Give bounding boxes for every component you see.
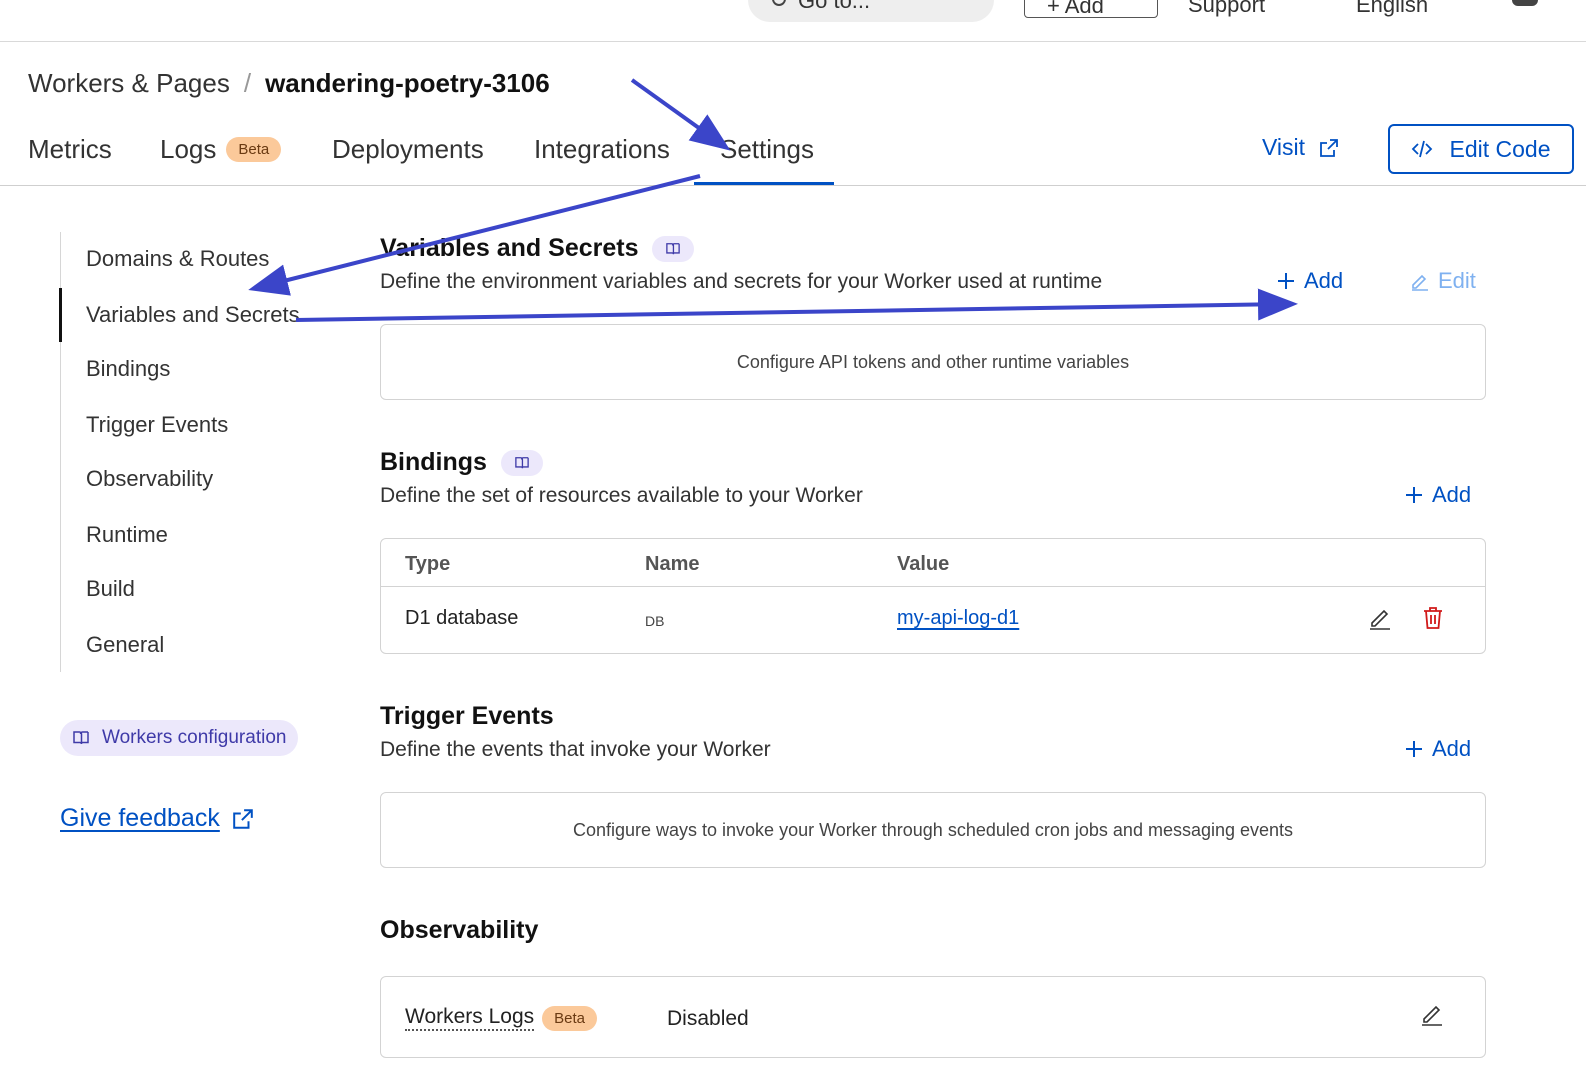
settings-side-nav: Domains & Routes Variables and Secrets B… bbox=[59, 232, 320, 672]
go-to-label: Go to... bbox=[798, 0, 871, 13]
variables-empty-text: Configure API tokens and other runtime v… bbox=[736, 351, 1130, 372]
book-icon bbox=[73, 731, 89, 745]
code-icon bbox=[1412, 140, 1433, 158]
bindings-section-title: Bindings bbox=[380, 448, 543, 477]
triggers-empty-card: Configure ways to invoke your Worker thr… bbox=[380, 792, 1486, 868]
active-nav-indicator bbox=[59, 288, 62, 342]
pencil-icon[interactable] bbox=[1419, 1001, 1445, 1027]
add-variable-button[interactable]: Add bbox=[1276, 268, 1343, 294]
add-binding-button[interactable]: Add bbox=[1404, 482, 1471, 508]
go-to-search[interactable]: Go to... bbox=[748, 0, 994, 22]
table-row: D1 database DB my-api-log-d1 bbox=[381, 587, 1485, 653]
sidebar-item-variables-secrets[interactable]: Variables and Secrets bbox=[86, 302, 300, 328]
pencil-icon[interactable] bbox=[1367, 605, 1393, 631]
tab-settings[interactable]: Settings bbox=[720, 134, 814, 165]
column-header-name: Name bbox=[645, 553, 700, 575]
top-navigation-bar: Go to... + Add Support English bbox=[0, 0, 1586, 42]
annotation-arrow-to-add bbox=[295, 288, 1298, 322]
binding-name-cell: DB bbox=[645, 613, 665, 629]
observability-section-title: Observability bbox=[380, 916, 539, 944]
external-link-icon bbox=[1320, 138, 1338, 157]
observability-card: Workers Logs Beta Disabled bbox=[380, 976, 1486, 1058]
add-trigger-button[interactable]: Add bbox=[1404, 736, 1471, 762]
top-add-button[interactable]: + Add bbox=[1024, 0, 1158, 18]
breadcrumb-separator: / bbox=[243, 68, 252, 98]
sidebar-item-trigger-events[interactable]: Trigger Events bbox=[86, 412, 228, 438]
language-menu[interactable]: English bbox=[1356, 0, 1428, 18]
column-header-value: Value bbox=[897, 553, 950, 575]
variables-empty-card: Configure API tokens and other runtime v… bbox=[380, 324, 1486, 400]
sidebar-item-domains-routes[interactable]: Domains & Routes bbox=[86, 246, 269, 272]
trash-icon[interactable] bbox=[1421, 605, 1445, 631]
plus-icon bbox=[1406, 487, 1422, 503]
edit-variables-button[interactable]: Edit bbox=[1410, 268, 1476, 294]
table-header-row: Type Name Value bbox=[381, 539, 1485, 587]
tab-deployments[interactable]: Deployments bbox=[332, 134, 484, 165]
tab-logs[interactable]: Logs Beta bbox=[160, 134, 282, 165]
beta-badge: Beta bbox=[542, 1005, 598, 1031]
sidebar-item-general[interactable]: General bbox=[86, 632, 164, 658]
sidebar-item-build[interactable]: Build bbox=[86, 576, 135, 602]
docs-book-icon[interactable] bbox=[500, 449, 543, 476]
breadcrumb-parent-link[interactable]: Workers & Pages bbox=[28, 68, 230, 99]
trigger-events-section-description: Define the events that invoke your Worke… bbox=[380, 738, 771, 761]
plus-icon bbox=[1278, 273, 1294, 289]
user-avatar-icon[interactable] bbox=[1512, 0, 1538, 6]
bindings-table: Type Name Value D1 database DB my-api-lo… bbox=[380, 538, 1486, 654]
trigger-events-section-title: Trigger Events bbox=[380, 702, 554, 730]
pencil-icon bbox=[1412, 274, 1428, 291]
plus-icon bbox=[1406, 741, 1422, 757]
tab-integrations[interactable]: Integrations bbox=[534, 134, 670, 165]
visit-link[interactable]: Visit bbox=[1262, 134, 1339, 161]
sidebar-item-runtime[interactable]: Runtime bbox=[86, 522, 168, 548]
workers-logs-label: Workers Logs Beta bbox=[405, 1005, 598, 1031]
triggers-empty-text: Configure ways to invoke your Worker thr… bbox=[572, 819, 1294, 840]
workers-logs-status: Disabled bbox=[667, 1007, 749, 1030]
tab-bar: Metrics Logs Beta Deployments Integration… bbox=[0, 118, 1586, 186]
edit-code-button[interactable]: Edit Code bbox=[1388, 124, 1574, 174]
search-icon bbox=[772, 0, 786, 6]
sidebar-item-bindings[interactable]: Bindings bbox=[86, 356, 170, 382]
breadcrumb: Workers & Pages / wandering-poetry-3106 bbox=[28, 68, 550, 99]
give-feedback-link[interactable]: Give feedback bbox=[60, 804, 254, 833]
variables-section-title: Variables and Secrets bbox=[380, 234, 695, 263]
column-header-type: Type bbox=[405, 553, 451, 575]
external-link-icon bbox=[233, 808, 253, 829]
beta-badge: Beta bbox=[226, 136, 282, 162]
page-title: wandering-poetry-3106 bbox=[265, 68, 550, 98]
sidebar-item-observability[interactable]: Observability bbox=[86, 466, 213, 492]
docs-book-icon[interactable] bbox=[652, 235, 695, 262]
support-menu[interactable]: Support bbox=[1188, 0, 1265, 18]
binding-type-cell: D1 database bbox=[405, 607, 519, 629]
workers-configuration-docs-link[interactable]: Workers configuration bbox=[60, 720, 299, 756]
tab-metrics[interactable]: Metrics bbox=[28, 134, 112, 165]
bindings-section-description: Define the set of resources available to… bbox=[380, 484, 863, 507]
active-tab-indicator bbox=[694, 182, 834, 185]
binding-value-link[interactable]: my-api-log-d1 bbox=[897, 607, 1019, 630]
variables-section-description: Define the environment variables and sec… bbox=[380, 270, 1103, 293]
